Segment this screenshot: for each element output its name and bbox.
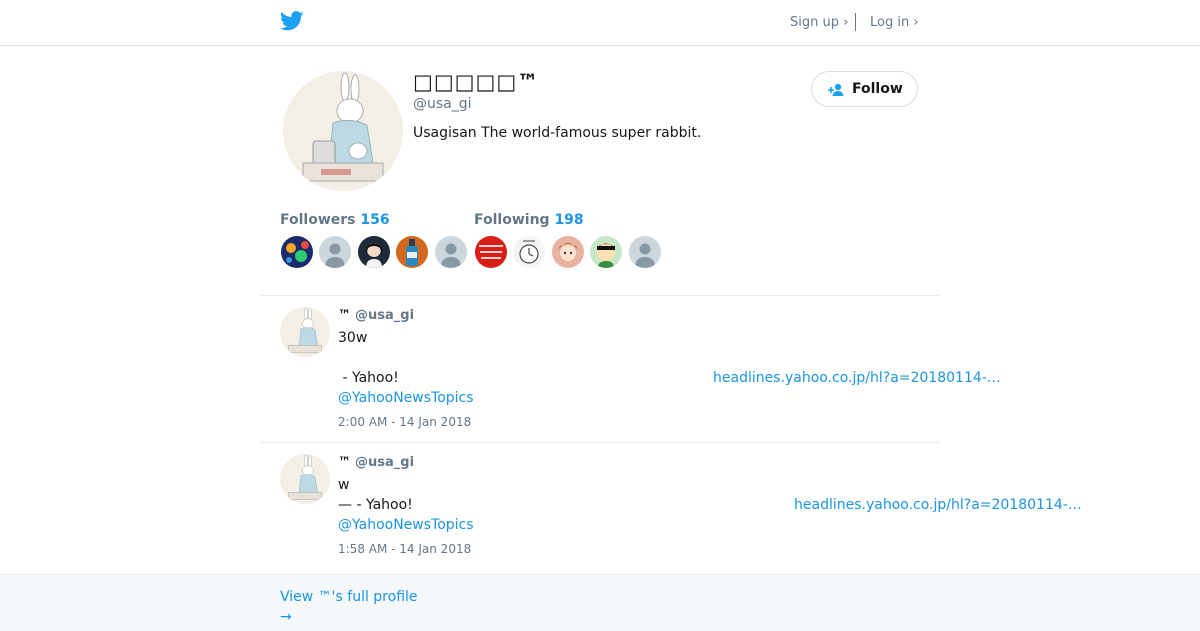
following-stat[interactable]: Following 198 xyxy=(474,212,584,228)
follow-button[interactable]: Follow xyxy=(811,71,918,107)
rabbit-illustration xyxy=(280,307,330,357)
avatar-image xyxy=(358,236,390,268)
avatar-image xyxy=(590,236,622,268)
tweet-text: - Yahoo! xyxy=(338,370,399,386)
signup-link[interactable]: Sign up › xyxy=(790,15,848,30)
following-count: 198 xyxy=(554,212,584,228)
profile-display-name: □□□□□™ xyxy=(413,70,540,94)
follow-label: Follow xyxy=(852,81,903,97)
follower-avatar[interactable] xyxy=(319,236,351,268)
tweet-divider xyxy=(260,442,940,443)
followers-count: 156 xyxy=(360,212,390,228)
top-bar: Sign up › Log in › xyxy=(0,0,1200,46)
tweet-text: w xyxy=(338,477,350,493)
rabbit-illustration xyxy=(283,71,403,191)
arrow-right-icon: → xyxy=(280,609,292,625)
tweet-text: 30w xyxy=(338,330,368,346)
tweet-url-link[interactable]: headlines.yahoo.co.jp/hl?a=20180114-… xyxy=(794,497,1082,513)
add-user-icon xyxy=(828,83,844,96)
tweet-author-handle: @usa_gi xyxy=(355,455,415,470)
follower-avatar[interactable] xyxy=(435,236,467,268)
tweet-url-link[interactable]: headlines.yahoo.co.jp/hl?a=20180114-… xyxy=(713,370,1001,386)
tweet-author[interactable]: ™ @usa_gi xyxy=(338,455,414,470)
tweet-text: — - Yahoo! xyxy=(338,497,413,513)
profile-avatar[interactable] xyxy=(283,71,403,191)
tweet-author-name: ™ xyxy=(338,455,351,470)
tweet-avatar[interactable] xyxy=(280,454,330,504)
login-link[interactable]: Log in › xyxy=(870,15,919,30)
default-avatar-icon xyxy=(629,236,661,268)
profile-handle[interactable]: @usa_gi xyxy=(413,96,472,112)
tweet-mention-link[interactable]: @YahooNewsTopics xyxy=(338,390,474,406)
profile-bio: Usagisan The world-famous super rabbit. xyxy=(413,125,702,141)
avatar-image xyxy=(281,236,313,268)
avatar-image xyxy=(552,236,584,268)
follower-avatar[interactable] xyxy=(358,236,390,268)
tweet-author-handle: @usa_gi xyxy=(355,308,415,323)
followers-label: Followers xyxy=(280,212,356,228)
tweet-author[interactable]: ™ @usa_gi xyxy=(338,308,414,323)
view-full-profile-link[interactable]: View ™'s full profile → xyxy=(280,587,418,627)
rabbit-illustration xyxy=(280,454,330,504)
avatar-image xyxy=(513,236,545,268)
following-label: Following xyxy=(474,212,550,228)
footer-bar: View ™'s full profile → xyxy=(0,574,1200,631)
section-divider xyxy=(260,295,940,296)
tweet-avatar[interactable] xyxy=(280,307,330,357)
followers-stat[interactable]: Followers 156 xyxy=(280,212,390,228)
avatar-image xyxy=(396,236,428,268)
following-avatar[interactable] xyxy=(552,236,584,268)
twitter-bird-icon[interactable] xyxy=(280,11,304,31)
tweet-timestamp[interactable]: 2:00 AM - 14 Jan 2018 xyxy=(338,415,471,429)
default-avatar-icon xyxy=(319,236,351,268)
tweet-mention-link[interactable]: @YahooNewsTopics xyxy=(338,517,474,533)
following-avatar[interactable] xyxy=(513,236,545,268)
view-full-profile-label: View ™'s full profile xyxy=(280,589,418,605)
default-avatar-icon xyxy=(435,236,467,268)
following-avatar[interactable] xyxy=(590,236,622,268)
following-avatar[interactable] xyxy=(629,236,661,268)
follower-avatar[interactable] xyxy=(281,236,313,268)
tweet-timestamp[interactable]: 1:58 AM - 14 Jan 2018 xyxy=(338,542,471,556)
follower-avatar[interactable] xyxy=(396,236,428,268)
nav-divider xyxy=(855,13,856,31)
following-avatar[interactable] xyxy=(475,236,507,268)
tweet-author-name: ™ xyxy=(338,308,351,323)
avatar-image xyxy=(475,236,507,268)
